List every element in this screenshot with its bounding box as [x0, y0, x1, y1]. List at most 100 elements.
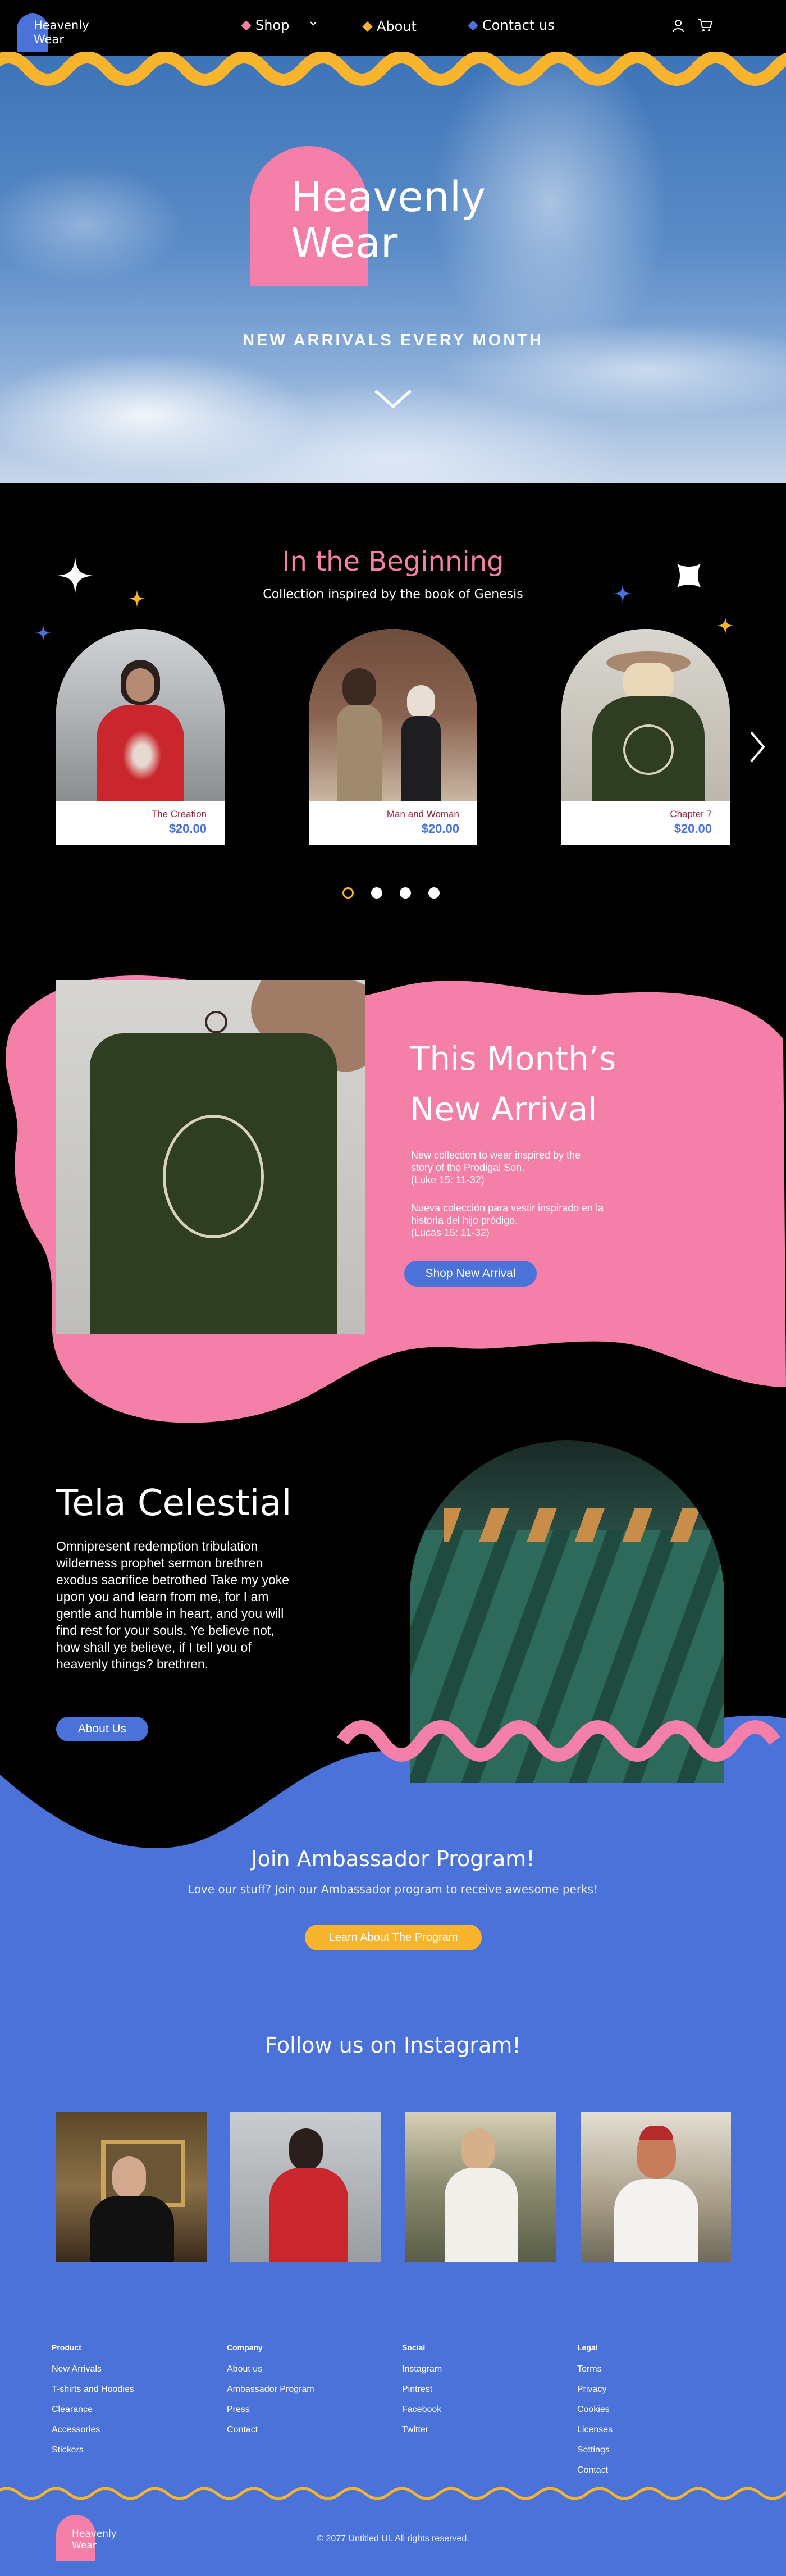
footer-column-legal: Legal Terms Privacy Cookies Licenses Set…	[577, 2343, 613, 2486]
footer-link[interactable]: Terms	[577, 2364, 613, 2374]
footer-link[interactable]: T-shirts and Hoodies	[52, 2384, 134, 2395]
product-name: The Creation	[151, 809, 207, 819]
sparkle-yellow-icon	[128, 590, 146, 608]
new-arrival-text-line: (Luke 15: 11-32)	[411, 1174, 485, 1186]
shop-new-arrival-button[interactable]: Shop New Arrival	[404, 1261, 537, 1287]
nav-shop[interactable]: Shop	[241, 17, 290, 33]
footer-column-company: Company About us Ambassador Program Pres…	[227, 2343, 314, 2445]
instagram-post[interactable]	[230, 2112, 381, 2262]
pink-wave-decoration	[337, 1720, 780, 1762]
footer-heading: Social	[402, 2343, 426, 2352]
nav-shop-label: Shop	[255, 17, 290, 33]
carousel-pagination	[342, 887, 440, 899]
new-arrival-title-line1: This Month’s	[410, 1039, 616, 1078]
product-card[interactable]: Chapter 7 $20.00	[561, 629, 730, 845]
footer-link[interactable]: Accessories	[52, 2425, 134, 2435]
learn-program-button[interactable]: Learn About The Program	[305, 1925, 482, 1950]
product-price: $20.00	[421, 822, 459, 836]
new-arrival-title-line2: New Arrival	[410, 1090, 597, 1128]
ambassador-text: Love our stuff? Join our Ambassador prog…	[188, 1882, 598, 1896]
copyright-text: © 2077 Untitled UI. All rights reserved.	[317, 2534, 469, 2543]
instagram-post[interactable]	[581, 2112, 731, 2262]
pagination-dot[interactable]	[400, 887, 411, 899]
new-arrival-title: This Month’s New Arrival	[410, 1033, 616, 1134]
product-name: Man and Woman	[386, 809, 459, 819]
footer-link[interactable]: Contact	[577, 2465, 613, 2475]
new-arrival-text-en: New collection to wear inspired by the s…	[411, 1149, 647, 1186]
footer-column-product: Product New Arrivals T-shirts and Hoodie…	[52, 2343, 134, 2465]
nav-contact-label: Contact us	[482, 17, 555, 33]
new-arrival-image	[56, 980, 365, 1334]
product-name: Chapter 7	[670, 809, 712, 819]
footer-link[interactable]: New Arrivals	[52, 2364, 134, 2374]
sparkle-blue-icon	[613, 584, 632, 603]
instagram-post[interactable]	[56, 2112, 207, 2262]
footer-link[interactable]: Contact	[227, 2425, 314, 2435]
logo-link[interactable]: Heavenly Wear	[34, 19, 89, 47]
nav-about-label: About	[377, 19, 417, 34]
logo-line1: Heavenly	[34, 19, 89, 32]
footer-link[interactable]: Ambassador Program	[227, 2384, 314, 2395]
hero-title-line2: Wear	[291, 219, 398, 267]
new-arrival-text-es: Nueva colección para vestir inspirado en…	[411, 1202, 647, 1239]
hero-title-line1: Heavenly	[291, 173, 486, 221]
pagination-dot[interactable]	[342, 887, 354, 899]
tela-body: Omnipresent redemption tribulation wilde…	[56, 1539, 290, 1671]
chevron-right-icon[interactable]	[749, 730, 766, 767]
cart-icon[interactable]	[697, 18, 713, 35]
sparkle-white-icon	[57, 558, 93, 594]
footer-link[interactable]: Instagram	[402, 2364, 442, 2374]
product-price: $20.00	[168, 822, 207, 836]
footer-heading: Company	[227, 2343, 263, 2352]
product-card[interactable]: The Creation $20.00	[56, 629, 225, 845]
new-arrival-text-line: Nueva colección para vestir inspirado en…	[411, 1202, 604, 1214]
instagram-title: Follow us on Instagram!	[265, 2033, 521, 2058]
footer-link[interactable]: Cookies	[577, 2405, 613, 2415]
pagination-dot[interactable]	[428, 887, 440, 899]
footer-heading: Legal	[577, 2343, 598, 2352]
footer-link[interactable]: Licenses	[577, 2425, 613, 2435]
top-navbar: Heavenly Wear Shop About Contact us	[0, 0, 786, 56]
footer-heading: Product	[52, 2343, 81, 2352]
footer-link[interactable]: About us	[227, 2364, 314, 2374]
footer-link[interactable]: Settings	[577, 2445, 613, 2455]
about-us-button[interactable]: About Us	[56, 1717, 148, 1741]
footer-link[interactable]: Stickers	[52, 2445, 134, 2455]
yellow-wave-footer-divider	[0, 2487, 786, 2500]
tela-title: Tela Celestial	[56, 1483, 292, 1524]
nav-about[interactable]: About	[362, 19, 417, 34]
pagination-dot[interactable]	[371, 887, 382, 899]
yellow-wave-divider	[0, 52, 786, 86]
hero-section: Heavenly Wear NEW ARRIVALS EVERY MONTH	[0, 56, 786, 483]
new-arrival-text-line: historia del hijo pródigo.	[411, 1215, 518, 1226]
sparkle-blue-icon	[35, 624, 52, 641]
diamond-icon	[468, 20, 478, 31]
footer-link[interactable]: Facebook	[402, 2405, 442, 2415]
instagram-post[interactable]	[405, 2112, 556, 2262]
hero-title: Heavenly Wear	[291, 174, 486, 266]
product-image	[309, 629, 477, 801]
footer-link[interactable]: Press	[227, 2405, 314, 2415]
diamond-icon	[241, 20, 252, 31]
nav-contact[interactable]: Contact us	[468, 17, 555, 33]
product-image	[561, 629, 730, 801]
user-icon[interactable]	[671, 19, 685, 36]
footer-link[interactable]: Twitter	[402, 2425, 442, 2435]
new-arrival-text-line: story of the Prodigal Son.	[411, 1162, 525, 1173]
diamond-icon	[362, 21, 373, 32]
scroll-down-chevron-icon[interactable]	[373, 387, 413, 413]
footer-link[interactable]: Clearance	[52, 2405, 134, 2415]
ambassador-title: Join Ambassador Program!	[251, 1846, 535, 1871]
footer-link[interactable]: Pintrest	[402, 2384, 442, 2395]
product-image	[56, 629, 225, 801]
collection-subtitle: Collection inspired by the book of Genes…	[263, 587, 523, 601]
footer-column-social: Social Instagram Pintrest Facebook Twitt…	[402, 2343, 442, 2445]
logo-line2: Wear	[34, 33, 64, 46]
chevron-down-icon[interactable]	[309, 19, 318, 31]
product-card[interactable]: Man and Woman $20.00	[309, 629, 477, 845]
new-arrival-text-line: (Lucas 15: 11-32)	[411, 1227, 490, 1238]
footer-link[interactable]: Privacy	[577, 2384, 613, 2395]
hero-subtitle: NEW ARRIVALS EVERY MONTH	[243, 331, 543, 349]
product-price: $20.00	[674, 822, 712, 836]
new-arrival-text-line: New collection to wear inspired by the	[411, 1150, 581, 1161]
